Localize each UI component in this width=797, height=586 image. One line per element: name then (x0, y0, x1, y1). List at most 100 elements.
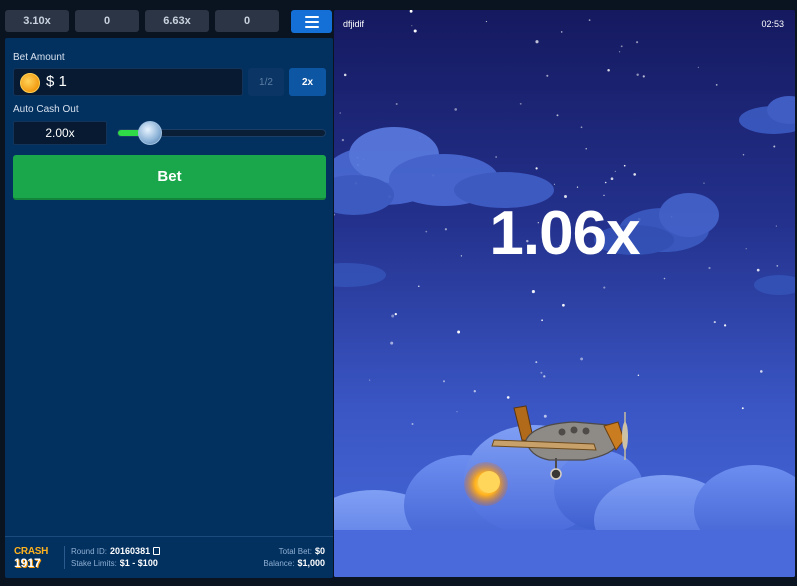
star (588, 19, 591, 21)
stake-limits-label: Stake Limits: (71, 559, 117, 568)
star (413, 29, 417, 33)
star (610, 177, 614, 181)
star (741, 407, 744, 410)
double-bet-button[interactable]: 2x (289, 68, 326, 96)
star (604, 181, 607, 184)
star (580, 126, 583, 129)
star (703, 182, 705, 184)
history-chip[interactable]: 0 (75, 10, 139, 32)
coin-icon (20, 73, 40, 93)
star (773, 145, 776, 148)
star (543, 414, 547, 418)
copy-icon[interactable] (153, 547, 161, 555)
multiplier-history: 3.10x 0 6.63x 0 (5, 10, 279, 32)
star (585, 148, 587, 150)
star (411, 25, 413, 27)
star (535, 361, 538, 364)
star (473, 390, 476, 393)
star (454, 108, 458, 111)
slider-handle[interactable] (137, 121, 162, 145)
star (485, 21, 487, 23)
auto-cashout-label: Auto Cash Out (13, 104, 79, 115)
logo-line2: 1917 (14, 556, 41, 570)
night-sky-scene (334, 10, 795, 577)
star (759, 370, 763, 373)
star (546, 74, 549, 77)
star (409, 10, 413, 13)
star (495, 156, 497, 158)
star (715, 84, 718, 86)
half-bet-button[interactable]: 1/2 (248, 68, 284, 96)
fireball (464, 462, 508, 506)
bet-amount-label: Bet Amount (13, 52, 65, 63)
round-id-value: 20160381 (110, 546, 151, 556)
round-id-info: Round ID: 20160381 (71, 546, 161, 556)
auto-cashout-input[interactable]: 2.00x (13, 121, 107, 145)
total-bet-info: Total Bet: $0 (279, 546, 325, 556)
star (556, 114, 559, 117)
star (343, 73, 347, 77)
star (541, 319, 543, 322)
game-window: 3.10x 0 6.63x 0 Bet Amount 1/2 2x Auto C… (0, 0, 797, 586)
star (742, 153, 745, 156)
total-bet-label: Total Bet: (278, 547, 312, 556)
star (339, 112, 341, 114)
star (394, 312, 397, 316)
cloud (739, 96, 795, 134)
star (506, 396, 510, 399)
star (637, 374, 640, 376)
round-id-label: Round ID: (71, 547, 108, 556)
star (456, 411, 458, 413)
star (395, 103, 398, 105)
star (607, 68, 610, 72)
bet-amount-input[interactable] (46, 73, 236, 90)
star (642, 75, 645, 78)
star (603, 286, 606, 289)
star (457, 330, 461, 334)
history-chip[interactable]: 3.10x (5, 10, 69, 32)
balance-info: Balance: $1,000 (263, 558, 325, 568)
balance-value: $1,000 (297, 558, 325, 568)
game-canvas: dfjidif 02:53 1.06x (334, 10, 795, 577)
star (756, 268, 760, 272)
star (560, 31, 563, 33)
clock: 02:53 (761, 19, 784, 29)
star (390, 341, 394, 345)
star (562, 303, 565, 307)
star (543, 375, 546, 378)
panel-footer: CRASH 1917 Round ID: 20160381 Stake Limit… (5, 536, 333, 578)
bet-button[interactable]: Bet (13, 155, 326, 200)
history-chip[interactable]: 6.63x (145, 10, 209, 32)
star (540, 371, 543, 374)
bet-amount-field[interactable] (13, 68, 243, 96)
star (369, 379, 371, 381)
total-bet-value: $0 (314, 546, 325, 556)
star (553, 183, 555, 185)
star (663, 277, 666, 280)
star (341, 138, 345, 142)
crash-logo: CRASH 1917 (14, 546, 54, 570)
menu-button[interactable] (291, 10, 332, 33)
star (623, 164, 626, 167)
stake-limits-info: Stake Limits: $1 - $100 (71, 558, 158, 568)
star (576, 186, 579, 188)
star (535, 40, 539, 44)
balance-label: Balance: (263, 559, 295, 568)
footer-divider (64, 546, 65, 569)
star (391, 314, 395, 318)
stake-limits-value: $1 - $100 (119, 558, 158, 568)
star (418, 285, 420, 287)
star (603, 194, 605, 196)
star (535, 167, 538, 170)
hamburger-menu-icon (304, 25, 319, 28)
star (723, 324, 727, 327)
star (442, 380, 446, 383)
star (519, 102, 522, 105)
star (697, 66, 700, 69)
star (614, 170, 616, 172)
star (619, 51, 621, 53)
hamburger-menu-icon (304, 20, 319, 23)
player-name: dfjidif (343, 19, 365, 29)
star (636, 73, 639, 76)
history-chip[interactable]: 0 (215, 10, 279, 32)
